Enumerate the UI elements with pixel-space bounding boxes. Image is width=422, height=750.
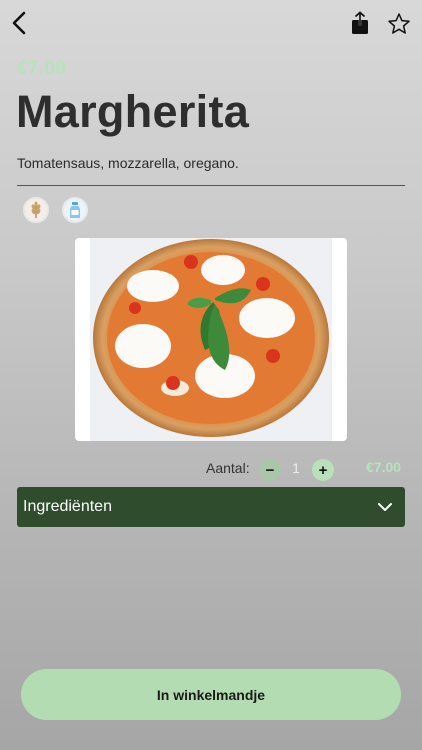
gluten-icon — [31, 201, 41, 218]
share-button[interactable] — [347, 10, 373, 36]
plus-icon: + — [318, 461, 328, 479]
quantity-label: Aantal: — [206, 460, 250, 476]
product-image — [75, 238, 347, 441]
add-to-cart-button[interactable]: In winkelmandje — [21, 669, 401, 720]
lactose-icon — [70, 202, 80, 218]
minus-icon: − — [265, 461, 275, 479]
divider — [17, 185, 405, 186]
add-to-cart-label: In winkelmandje — [156, 686, 266, 703]
quantity-value: 1 — [292, 460, 300, 476]
increase-quantity-button[interactable]: + — [312, 459, 334, 481]
price-label: €7.00 — [17, 58, 67, 79]
total-price: €7.00 — [366, 459, 402, 475]
ingredients-label: Ingrediënten — [23, 498, 112, 515]
chevron-down-icon — [378, 503, 392, 511]
share-icon — [352, 11, 368, 34]
chevron-left-icon — [12, 11, 26, 35]
decrease-quantity-button[interactable]: − — [259, 459, 281, 481]
favorite-button[interactable] — [385, 10, 413, 38]
back-button[interactable] — [6, 8, 32, 38]
lactose-allergen-badge — [62, 197, 88, 223]
product-description: Tomatensaus, mozzarella, oregano. — [17, 155, 239, 171]
star-icon — [388, 13, 410, 34]
ingredients-accordion[interactable]: Ingrediënten — [17, 487, 405, 527]
product-title: Margherita — [16, 86, 250, 137]
gluten-allergen-badge — [23, 197, 49, 223]
